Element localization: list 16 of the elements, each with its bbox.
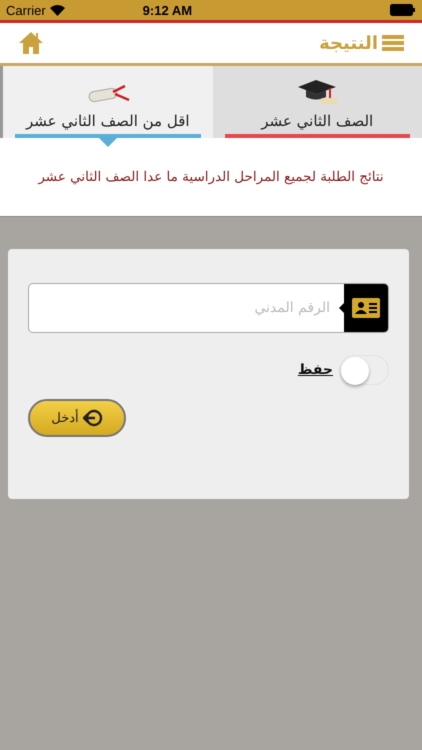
home-icon[interactable] — [18, 31, 44, 55]
civil-id-field[interactable]: الرقم المدني — [28, 283, 389, 333]
page-title: النتيجة — [319, 32, 378, 54]
wifi-icon — [50, 4, 65, 16]
description-text: نتائج الطلبة لجميع المراحل الدراسية ما عدا الصف الثاني عشر — [38, 169, 384, 185]
carrier-label: Carrier — [6, 2, 46, 18]
menu-icon[interactable] — [382, 34, 404, 52]
civil-id-input[interactable]: الرقم المدني — [29, 284, 344, 332]
battery-icon — [390, 4, 416, 16]
id-card-icon — [352, 298, 380, 318]
remember-label: حفظ — [298, 362, 333, 378]
sign-in-icon — [82, 409, 103, 427]
submit-button[interactable]: أدخل — [28, 399, 126, 437]
clock: 9:12 AM — [142, 2, 192, 18]
tab[interactable]: الصف الثاني عشر — [212, 66, 422, 138]
remember-switch[interactable] — [339, 355, 389, 385]
